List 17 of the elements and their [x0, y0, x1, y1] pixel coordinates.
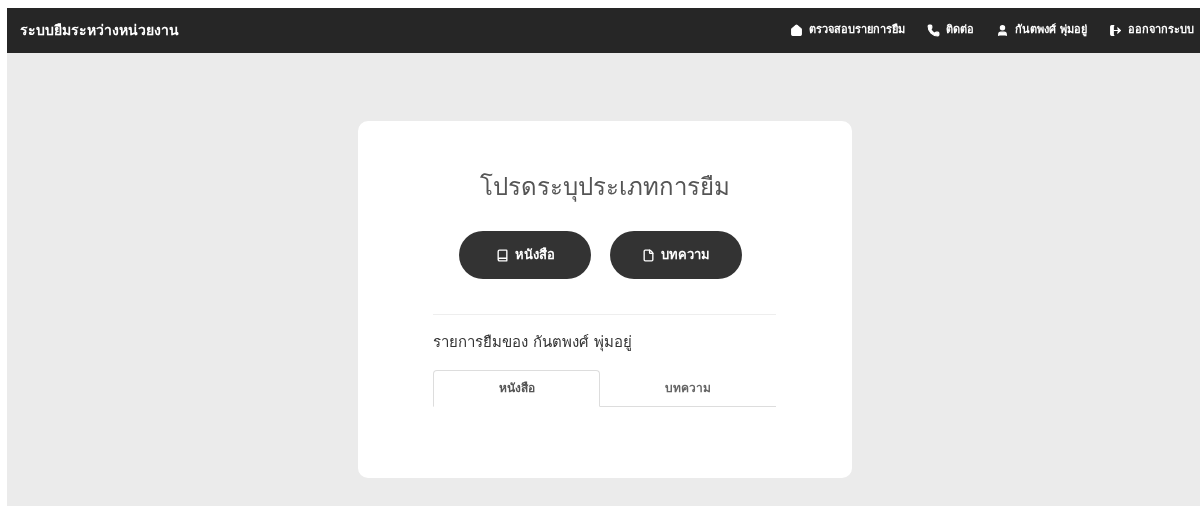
type-button[interactable]: หนังสือ	[459, 231, 591, 279]
logout-icon	[1109, 24, 1122, 37]
nav-link[interactable]: ติดต่อ	[927, 22, 975, 39]
book-icon	[495, 248, 509, 262]
tab[interactable]: หนังสือ	[433, 369, 600, 407]
brand-title[interactable]: ระบบยืมระหว่างหน่วยงาน	[20, 20, 179, 41]
list-heading: รายการยืมของ กันตพงศ์ พุ่มอยู่	[433, 332, 633, 354]
nav-link[interactable]: ออกจากระบบ	[1109, 22, 1194, 39]
type-button[interactable]: บทความ	[610, 231, 742, 279]
home-icon	[790, 24, 804, 37]
user-icon	[996, 24, 1010, 37]
file-icon	[642, 248, 655, 262]
card-title: โปรดระบุประเภทการยืม	[479, 172, 730, 204]
phone-icon	[927, 24, 941, 37]
nav-link[interactable]: กันตพงศ์ พุ่มอยู่	[996, 22, 1087, 39]
tab[interactable]: บทความ	[600, 369, 776, 406]
nav-link[interactable]: ตรวจสอบรายการยืม	[790, 22, 906, 39]
